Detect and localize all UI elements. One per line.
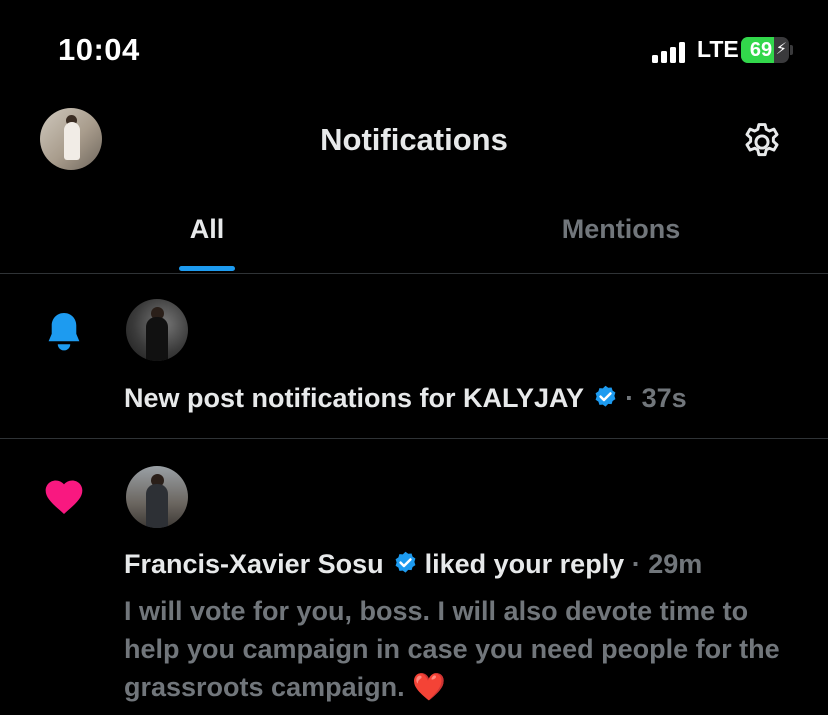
user-name[interactable]: Francis-Xavier Sosu [124,549,384,579]
heart-icon [45,480,83,515]
tab-all[interactable]: All [0,195,414,273]
page-title: Notifications [320,122,508,157]
notification-time: · 29m [631,549,703,579]
notification-message: New post notifications for KALYJAY [124,383,585,413]
verified-badge-icon [595,385,616,407]
gear-icon[interactable] [740,120,784,164]
tab-bar: All Mentions [0,195,828,274]
charging-bolt-icon: ⚡ [775,41,787,58]
status-time: 10:04 [58,32,140,67]
notification-text: Francis-Xavier Sosu liked your reply · 29… [124,549,702,580]
notification-time: · 37s [625,383,687,413]
notification-action: liked your reply [424,549,625,579]
avatar[interactable] [126,299,188,361]
avatar[interactable] [126,466,188,528]
reply-text: I will vote for you, boss. I will also d… [124,596,780,702]
heart-emoji: ❤️ [412,672,446,702]
notification-item[interactable]: Francis-Xavier Sosu liked your reply · 29… [0,439,828,715]
network-type: LTE [697,36,739,62]
active-tab-indicator [179,266,235,271]
tab-mentions[interactable]: Mentions [414,195,828,273]
reply-content[interactable]: I will vote for you, boss. I will also d… [124,592,804,706]
status-bar: 10:04 LTE 69 ⚡ [0,0,828,100]
verified-badge-icon [395,551,416,573]
bell-icon [48,313,80,351]
header: Notifications [0,100,828,185]
notification-text: New post notifications for KALYJAY · 37s [124,383,687,414]
battery-icon: 69 ⚡ [741,37,789,63]
battery-cap [790,45,793,55]
notification-item[interactable]: New post notifications for KALYJAY · 37s [0,273,828,439]
signal-icon [652,41,690,63]
